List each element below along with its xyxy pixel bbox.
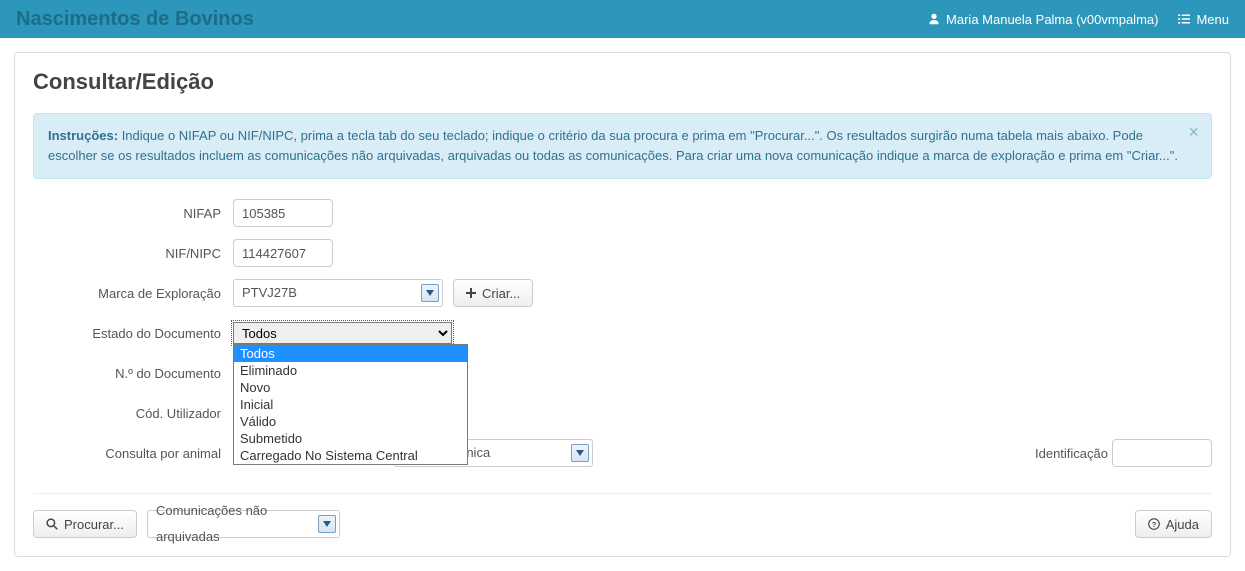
estado-option[interactable]: Submetido <box>234 430 467 447</box>
ajuda-label: Ajuda <box>1166 517 1199 532</box>
label-nifap: NIFAP <box>33 206 233 221</box>
content: Consultar/Edição Instruções: Indique o N… <box>0 38 1245 571</box>
row-codutil: Cód. Utilizador <box>33 399 1212 427</box>
row-estado: Estado do Documento Todos Todos Eliminad… <box>33 319 1212 347</box>
help-icon: ? <box>1148 518 1160 530</box>
row-marca: Marca de Exploração PTVJ27B Criar... <box>33 279 1212 307</box>
label-nif: NIF/NIPC <box>33 246 233 261</box>
label-marca: Marca de Exploração <box>33 286 233 301</box>
label-consulta-animal: Consulta por animal <box>33 446 233 461</box>
menu-label: Menu <box>1196 12 1229 27</box>
row-ndoc: N.º do Documento <box>33 359 1212 387</box>
instructions-prefix: Instruções: <box>48 128 118 143</box>
user-label: Maria Manuela Palma (v00vmpalma) <box>946 12 1158 27</box>
estado-option[interactable]: Válido <box>234 413 467 430</box>
estado-select[interactable]: Todos <box>233 322 452 344</box>
label-identificacao: Identificação <box>1035 446 1108 461</box>
label-ndoc: N.º do Documento <box>33 366 233 381</box>
dropdown-arrow-icon[interactable] <box>318 515 336 533</box>
footer-row: Procurar... Comunicações não arquivadas … <box>33 493 1212 538</box>
plus-icon <box>466 288 476 298</box>
estado-option[interactable]: Novo <box>234 379 467 396</box>
criar-label: Criar... <box>482 286 520 301</box>
instructions-body: Indique o NIFAP ou NIF/NIPC, prima a tec… <box>48 128 1178 163</box>
instructions-alert: Instruções: Indique o NIFAP ou NIF/NIPC,… <box>33 113 1212 179</box>
ajuda-button[interactable]: ? Ajuda <box>1135 510 1212 538</box>
row-nifap: NIFAP <box>33 199 1212 227</box>
svg-text:?: ? <box>1151 520 1156 529</box>
arch-value: Comunicações não arquivadas <box>148 498 318 550</box>
marca-combobox[interactable]: PTVJ27B <box>233 279 443 307</box>
arch-combobox[interactable]: Comunicações não arquivadas <box>147 510 340 538</box>
topbar: Nascimentos de Bovinos Maria Manuela Pal… <box>0 0 1245 38</box>
procurar-button[interactable]: Procurar... <box>33 510 137 538</box>
app-title: Nascimentos de Bovinos <box>16 8 254 31</box>
dropdown-arrow-icon[interactable] <box>571 444 589 462</box>
label-estado: Estado do Documento <box>33 326 233 341</box>
user-menu[interactable]: Maria Manuela Palma (v00vmpalma) <box>928 12 1158 27</box>
estado-option[interactable]: Todos <box>234 345 467 362</box>
page-title: Consultar/Edição <box>33 69 1212 95</box>
label-codutil: Cód. Utilizador <box>33 406 233 421</box>
estado-option[interactable]: Inicial <box>234 396 467 413</box>
menu-button[interactable]: Menu <box>1178 12 1229 27</box>
criar-button[interactable]: Criar... <box>453 279 533 307</box>
identificacao-input[interactable] <box>1112 439 1212 467</box>
user-icon <box>928 13 940 25</box>
estado-dropdown-list: Todos Eliminado Novo Inicial Válido Subm… <box>233 344 468 465</box>
search-icon <box>46 518 58 530</box>
alert-close-button[interactable]: × <box>1188 122 1199 143</box>
nif-input[interactable] <box>233 239 333 267</box>
estado-option[interactable]: Carregado No Sistema Central <box>234 447 467 464</box>
estado-option[interactable]: Eliminado <box>234 362 467 379</box>
marca-value: PTVJ27B <box>234 280 421 306</box>
dropdown-arrow-icon[interactable] <box>421 284 439 302</box>
panel: Consultar/Edição Instruções: Indique o N… <box>14 52 1231 557</box>
row-consulta-animal: Consulta por animal ação eletrónica Iden… <box>33 439 1212 467</box>
list-icon <box>1178 13 1190 25</box>
procurar-label: Procurar... <box>64 517 124 532</box>
nifap-input[interactable] <box>233 199 333 227</box>
row-nif: NIF/NIPC <box>33 239 1212 267</box>
